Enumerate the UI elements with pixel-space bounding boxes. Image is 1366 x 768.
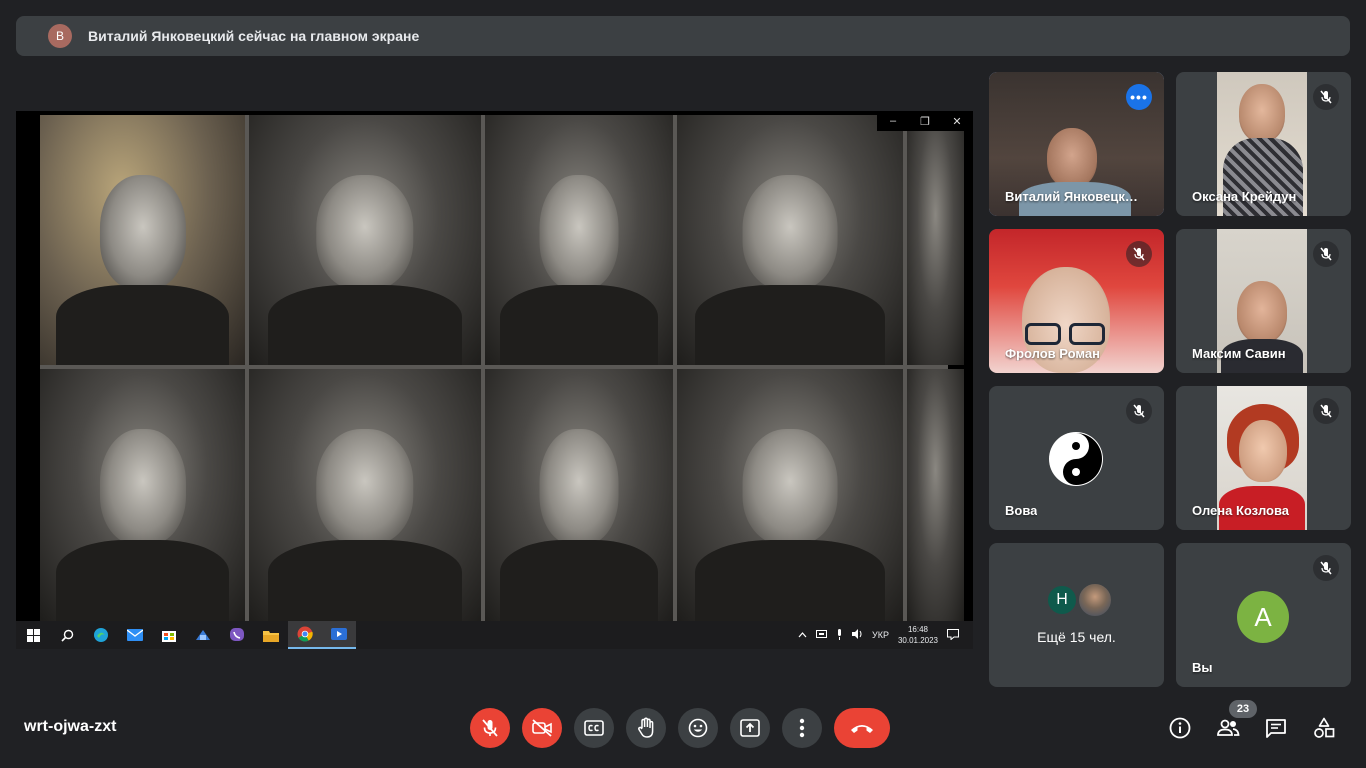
chat-icon [1266,719,1286,738]
participant-tile[interactable]: Максим Савин [1176,229,1351,373]
shared-screen[interactable]: – ❐ ✕ УКР 16:48 30.01.2023 [16,111,973,649]
chrome-icon [288,621,322,649]
clock-date: 30.01.2023 [897,636,938,645]
chevron-up-icon [798,630,807,640]
windows-taskbar: УКР 16:48 30.01.2023 [16,621,973,649]
present-now-button[interactable] [730,708,770,748]
muted-mic-icon [1126,241,1152,267]
activities-button[interactable] [1308,712,1340,744]
portrait-photo [485,369,673,621]
camera-off-icon [532,719,552,737]
participant-tile[interactable]: ••• Виталий Янковецк… [989,72,1164,216]
hand-icon [638,717,654,738]
participant-avatar: Н [1046,584,1078,616]
participant-name: Максим Савин [1192,346,1286,361]
muted-mic-icon [1313,84,1339,110]
notifications-icon [947,628,959,642]
minimize-icon: – [889,115,897,127]
portrait-photo [40,369,245,621]
participant-name: Виталий Янковецк… [1005,189,1138,204]
volume-icon [851,629,863,641]
app-icon [186,621,220,649]
search-icon [50,621,84,649]
more-vert-icon [799,718,805,738]
photo-collage [40,115,964,621]
raise-hand-button[interactable] [626,708,666,748]
yin-yang-avatar [1049,432,1103,486]
participant-tile[interactable]: Оксана Крейдун [1176,72,1351,216]
captions-button[interactable] [574,708,614,748]
store-icon [152,621,186,649]
presenting-banner: В Виталий Янковецкий сейчас на главном э… [16,16,1350,56]
more-participants-label: Ещё 15 чел. [1037,629,1116,645]
more-options-button[interactable] [782,708,822,748]
muted-mic-icon [1126,398,1152,424]
portrait-photo [677,369,903,621]
participant-name: Фролов Роман [1005,346,1100,361]
microphone-icon [836,628,843,642]
portrait-photo [249,115,481,365]
restore-icon: ❐ [920,115,930,128]
chat-button[interactable] [1260,712,1292,744]
muted-mic-icon [1313,555,1339,581]
participant-tile[interactable]: Вова [989,386,1164,530]
clock-time: 16:48 [907,625,928,634]
participant-name: Вова [1005,503,1038,518]
camera-toggle-button[interactable] [522,708,562,748]
player-icon [322,621,356,649]
participant-tile[interactable]: Фролов Роман [989,229,1164,373]
self-tile[interactable]: А Вы [1176,543,1351,687]
edge-icon [84,621,118,649]
self-name: Вы [1192,660,1213,675]
participant-tile[interactable]: Олена Козлова [1176,386,1351,530]
window-controls: – ❐ ✕ [877,111,973,131]
participant-name: Оксана Крейдун [1192,189,1297,204]
mail-icon [118,621,152,649]
presenter-avatar: В [48,24,72,48]
emoji-icon [688,718,708,738]
windows-start-icon [16,621,50,649]
explorer-icon [254,621,288,649]
people-icon [1217,719,1240,736]
portrait-photo [677,115,903,365]
participant-avatar-photo [1077,582,1113,618]
reactions-button[interactable] [678,708,718,748]
network-icon [815,629,827,641]
leave-call-button[interactable] [834,708,890,748]
present-screen-icon [740,719,760,737]
meeting-details-button[interactable] [1164,712,1196,744]
taskbar-clock: 16:48 30.01.2023 [898,624,938,646]
more-participants-tile[interactable]: Н Ещё 15 чел. [989,543,1164,687]
muted-mic-icon [1313,398,1339,424]
mic-off-icon [482,719,498,737]
portrait-photo [249,369,481,621]
microphone-toggle-button[interactable] [470,708,510,748]
presenting-text: Виталий Янковецкий сейчас на главном экр… [88,28,420,44]
muted-mic-icon [1313,241,1339,267]
hang-up-icon [851,725,873,733]
portrait-photo [485,115,673,365]
system-tray: УКР 16:48 30.01.2023 [798,624,973,646]
portrait-photo [907,115,964,365]
portrait-photo [907,369,964,621]
self-avatar: А [1237,591,1289,643]
captions-icon [584,720,604,736]
info-icon [1169,717,1191,739]
language-indicator: УКР [871,630,889,640]
meeting-code: wrt-ojwa-zxt [24,718,117,735]
activities-icon [1314,717,1335,738]
close-icon: ✕ [952,115,962,128]
participant-name: Олена Козлова [1192,503,1290,518]
viber-icon [220,621,254,649]
people-button[interactable] [1212,712,1244,744]
more-options-icon[interactable]: ••• [1126,84,1152,110]
portrait-photo [40,115,245,365]
